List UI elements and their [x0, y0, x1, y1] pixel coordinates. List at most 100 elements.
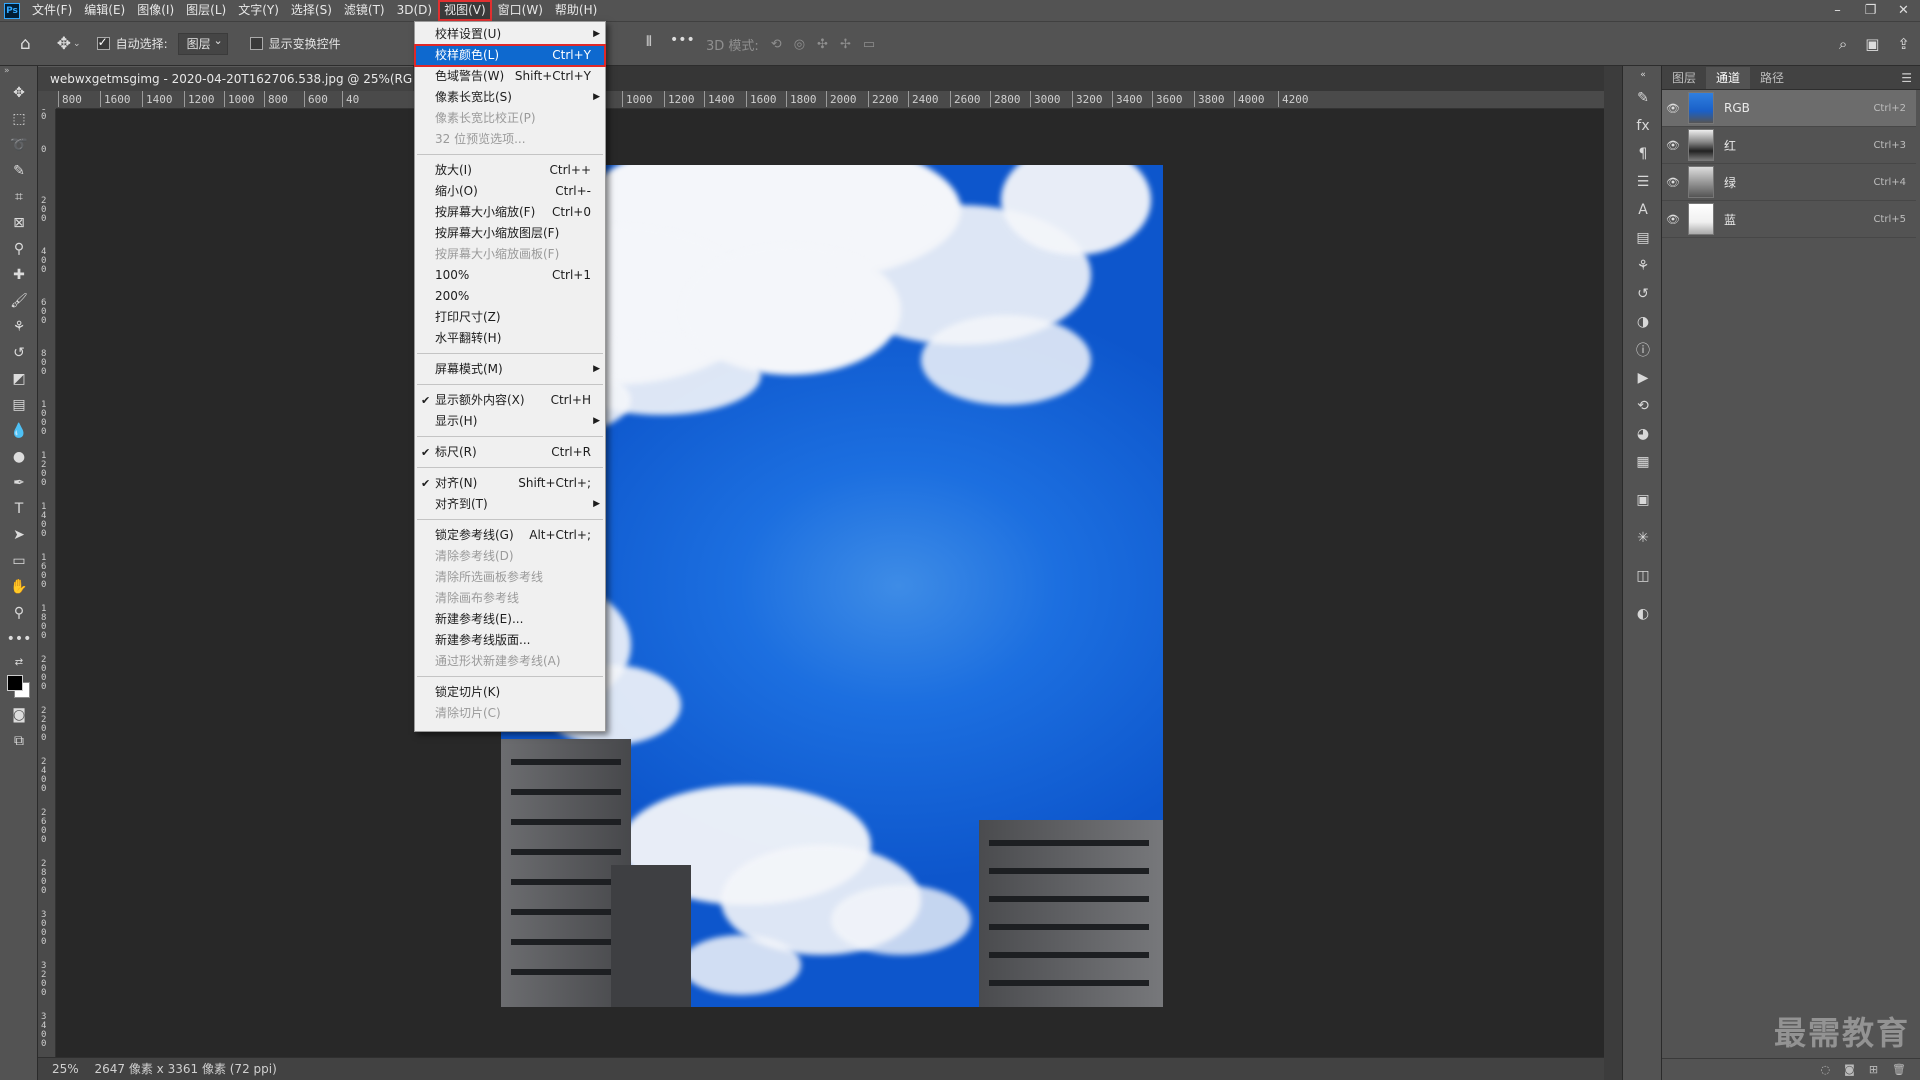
view-menu-item[interactable]: 打印尺寸(Z) [415, 307, 605, 328]
document-dimensions[interactable]: 2647 像素 x 3361 像素 (72 ppi) [95, 1062, 277, 1076]
3d-orbit-icon[interactable]: ⟲ [771, 37, 782, 52]
menu-5[interactable]: 选择(S) [285, 0, 338, 21]
menu-9[interactable]: 窗口(W) [492, 0, 549, 21]
load-selection-icon[interactable]: ◌ [1821, 1063, 1831, 1076]
properties-icon[interactable]: ☰ [1623, 168, 1663, 196]
clone-source-icon[interactable]: ⚘ [1623, 252, 1663, 280]
brush-tool-icon[interactable]: 🖌 [0, 288, 38, 314]
view-menu-item[interactable]: 色域警告(W) Shift+Ctrl+Y [415, 66, 605, 87]
navigator-icon[interactable]: ◐ [1623, 600, 1663, 628]
menu-7[interactable]: 3D(D) [391, 0, 438, 21]
menu-3[interactable]: 图层(L) [180, 0, 232, 21]
save-selection-icon[interactable]: ◙ [1844, 1063, 1855, 1076]
adjustments-icon[interactable]: ◑ [1623, 308, 1663, 336]
view-menu-item[interactable]: 200% [415, 286, 605, 307]
zoom-readout[interactable]: 25% [52, 1062, 79, 1076]
home-icon[interactable]: ⌂ [20, 34, 31, 54]
notes-icon[interactable]: ▣ [1623, 486, 1663, 514]
view-menu-item[interactable]: 水平翻转(H) [415, 328, 605, 349]
eyedropper-tool-icon[interactable]: ⚲ [0, 236, 38, 262]
view-menu-item[interactable]: ✔ 标尺(R) Ctrl+R [415, 442, 605, 463]
path-selection-tool-icon[interactable]: ➤ [0, 522, 38, 548]
search-icon[interactable]: ⌕ [1839, 35, 1847, 53]
view-menu-item[interactable]: 新建参考线版面... [415, 630, 605, 651]
channel-row[interactable]: 👁 红 Ctrl+3 [1662, 127, 1916, 164]
collapse-toolbar-icon[interactable]: » [0, 66, 37, 80]
view-menu-item[interactable]: 像素长宽比(S) ▶ [415, 87, 605, 108]
view-menu-item[interactable]: ✔ 对齐(N) Shift+Ctrl+; [415, 473, 605, 494]
panel-tab[interactable]: 路径 [1750, 67, 1794, 89]
menu-2[interactable]: 图像(I) [131, 0, 180, 21]
menu-8[interactable]: 视图(V) [438, 0, 492, 21]
screen-mode-icon[interactable]: ⧉ [0, 728, 38, 754]
visibility-eye-icon[interactable]: 👁 [1662, 102, 1684, 115]
panel-tab[interactable]: 图层 [1662, 67, 1706, 89]
share-icon[interactable]: ⇪ [1897, 35, 1910, 53]
healing-brush-tool-icon[interactable]: ✚ [0, 262, 38, 288]
blur-tool-icon[interactable]: 💧 [0, 418, 38, 444]
lasso-tool-icon[interactable]: ➰ [0, 132, 38, 158]
clone-stamp-tool-icon[interactable]: ⚘ [0, 314, 38, 340]
view-menu-item[interactable]: 新建参考线(E)... [415, 609, 605, 630]
swap-colors-icon[interactable]: ⇄ [0, 652, 38, 672]
menu-1[interactable]: 编辑(E) [78, 0, 131, 21]
view-menu-item[interactable]: 校样颜色(L) Ctrl+Y [414, 44, 606, 67]
panel-menu-icon[interactable]: ☰ [1901, 67, 1912, 89]
quick-mask-icon[interactable]: ◙ [0, 702, 38, 728]
vertical-ruler[interactable]: 2000200400600800100012001400160018002000… [38, 109, 56, 1057]
auto-select-target-dropdown[interactable]: 图层 [177, 31, 228, 55]
visibility-eye-icon[interactable]: 👁 [1662, 139, 1684, 152]
panel-tab[interactable]: 通道 [1706, 67, 1751, 89]
workspace-icon[interactable]: ▣ [1865, 35, 1879, 53]
channel-row[interactable]: 👁 RGB Ctrl+2 [1662, 90, 1916, 127]
history-icon[interactable]: ↺ [1623, 280, 1663, 308]
menu-6[interactable]: 滤镜(T) [338, 0, 391, 21]
close-icon[interactable]: ✕ [1887, 0, 1920, 21]
view-menu-item[interactable]: ✔ 显示额外内容(X) Ctrl+H [415, 390, 605, 411]
timeline-icon[interactable]: ◫ [1623, 562, 1663, 590]
brush-settings-icon[interactable]: ✎ [1623, 84, 1663, 112]
delete-channel-icon[interactable]: 🗑 [1892, 1063, 1906, 1076]
info-icon[interactable]: ⓘ [1623, 336, 1663, 364]
color-swatches[interactable] [0, 672, 38, 702]
restore-icon[interactable]: ❐ [1854, 0, 1887, 21]
channel-row[interactable]: 👁 蓝 Ctrl+5 [1662, 201, 1916, 238]
3d-pan-icon[interactable]: ✣ [817, 37, 828, 52]
zoom-tool-icon[interactable]: ⚲ [0, 600, 38, 626]
crop-tool-icon[interactable]: ⌗ [0, 184, 38, 210]
horizontal-ruler[interactable]: 8001600140012001000800600400060080010001… [56, 91, 1604, 109]
view-menu-item[interactable]: 屏幕模式(M) ▶ [415, 359, 605, 380]
tool-preset-chevron-icon[interactable]: ⌄ [73, 39, 81, 49]
more-options-icon[interactable]: ••• [670, 32, 695, 48]
new-channel-icon[interactable]: ⊞ [1869, 1063, 1878, 1076]
libraries-icon[interactable]: ▤ [1623, 224, 1663, 252]
view-menu-item[interactable]: 放大(I) Ctrl++ [415, 160, 605, 181]
menu-10[interactable]: 帮助(H) [549, 0, 603, 21]
view-menu-item[interactable]: 校样设置(U) ▶ [415, 24, 605, 45]
visibility-eye-icon[interactable]: 👁 [1662, 176, 1684, 189]
collapse-panels-icon[interactable]: « [1623, 66, 1663, 84]
show-transform-checkbox[interactable] [249, 37, 263, 50]
styles-icon[interactable]: fx [1623, 112, 1663, 140]
view-menu-item[interactable]: 按屏幕大小缩放(F) Ctrl+0 [415, 202, 605, 223]
paths-icon[interactable]: ⟲ [1623, 392, 1663, 420]
pen-tool-icon[interactable]: ✒ [0, 470, 38, 496]
history-brush-tool-icon[interactable]: ↺ [0, 340, 38, 366]
view-menu-item[interactable]: 按屏幕大小缩放图层(F) [415, 223, 605, 244]
3d-slide-icon[interactable]: ✢ [840, 37, 851, 52]
canvas-area[interactable] [56, 109, 1604, 1057]
visibility-eye-icon[interactable]: 👁 [1662, 213, 1684, 226]
quick-selection-tool-icon[interactable]: ✎ [0, 158, 38, 184]
gradient-tool-icon[interactable]: ▤ [0, 392, 38, 418]
eraser-tool-icon[interactable]: ◩ [0, 366, 38, 392]
paragraph-icon[interactable]: ¶ [1623, 140, 1663, 168]
marquee-tool-icon[interactable]: ⬚ [0, 106, 38, 132]
move-tool-icon[interactable]: ✥ [0, 80, 38, 106]
rectangle-tool-icon[interactable]: ▭ [0, 548, 38, 574]
ruler-origin[interactable] [38, 91, 56, 109]
view-menu-item[interactable]: 锁定参考线(G) Alt+Ctrl+; [415, 525, 605, 546]
dodge-tool-icon[interactable]: ● [0, 444, 38, 470]
actions-icon[interactable]: ▶ [1623, 364, 1663, 392]
view-menu-item[interactable]: 缩小(O) Ctrl+- [415, 181, 605, 202]
hand-tool-icon[interactable]: ✋ [0, 574, 38, 600]
